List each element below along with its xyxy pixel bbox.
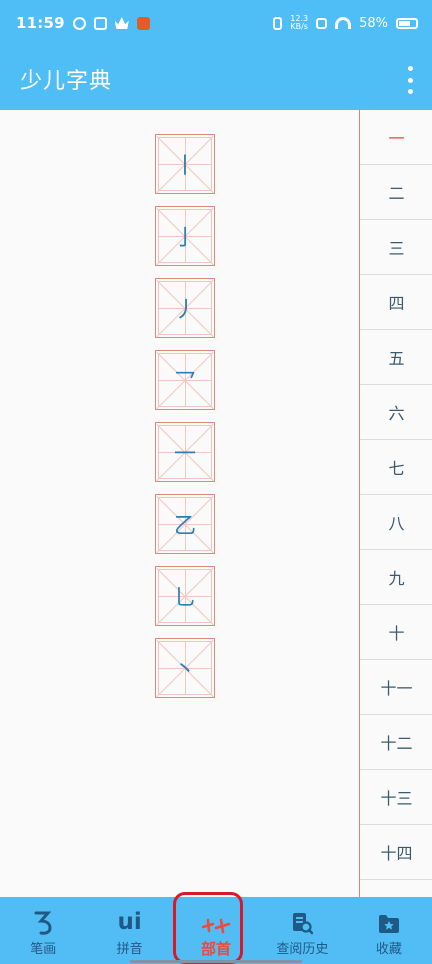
radical-glyph: 亅 (173, 226, 196, 251)
nav-tab-label: 查阅历史 (276, 942, 329, 957)
stroke-count-index: 一二三四五六七八九十十一 十二 十三 十四 (359, 110, 432, 898)
stroke-icon (33, 901, 53, 935)
radical-cell[interactable]: 丿 (155, 278, 215, 338)
radical-glyph: 乙 (173, 514, 196, 539)
stroke-index-item[interactable]: 十一 (360, 660, 432, 715)
stroke-index-item[interactable]: 九 (360, 550, 432, 605)
radical-cell[interactable]: 一 (155, 422, 215, 482)
stroke-index-item[interactable]: 十四 (360, 825, 432, 880)
nav-tab-3[interactable]: 查阅历史 (259, 897, 345, 964)
wifi-icon (335, 17, 352, 29)
app-notification-icon (136, 16, 150, 30)
status-left: 11:59 (16, 14, 150, 32)
notification-icon (72, 16, 86, 30)
stroke-index-item[interactable]: 十三 (360, 770, 432, 825)
radical-glyph: 丶 (173, 658, 196, 683)
nav-tab-label: 笔画 (30, 942, 57, 957)
status-bar: 11:59 12.3 KB/s 58% (0, 0, 432, 50)
history-search-icon (291, 901, 314, 935)
nav-tab-label: 拼音 (116, 942, 143, 957)
stroke-index-item[interactable]: 三 (360, 220, 432, 275)
radical-cell[interactable]: 乙 (155, 494, 215, 554)
radical-glyph: 一 (173, 442, 196, 467)
radical-cell[interactable]: 丶 (155, 638, 215, 698)
radical-cell[interactable]: 乛 (155, 350, 215, 410)
nav-tab-1[interactable]: ui 拼音 (86, 897, 172, 964)
home-indicator (130, 960, 302, 963)
stroke-index-item[interactable]: 八 (360, 495, 432, 550)
app-root: 11:59 12.3 KB/s 58% 少儿字典 丨亅丿乛一乙乚丶 一二三四五六… (0, 0, 432, 964)
crown-icon (114, 17, 129, 29)
radical-glyph: 乛 (173, 370, 196, 395)
stroke-index-item[interactable]: 四 (360, 275, 432, 330)
nav-tab-label: 收藏 (375, 942, 402, 957)
nav-tab-label: 部首 (201, 940, 232, 958)
stroke-index-item[interactable]: 二 (360, 165, 432, 220)
more-dot-icon (407, 89, 413, 94)
app-title: 少儿字典 (20, 69, 113, 94)
radical-cell[interactable]: 丨 (155, 134, 215, 194)
stroke-index-item[interactable]: 十 (360, 605, 432, 660)
stroke-index-item[interactable]: 一 (360, 110, 432, 165)
nav-tab-4[interactable]: 收藏 (346, 897, 432, 964)
battery-icon (396, 17, 418, 29)
nav-tab-0[interactable]: 笔画 (0, 897, 86, 964)
more-options-button[interactable] (402, 66, 418, 94)
bottom-navigation: 笔画 ui 拼音 部首 查阅历史 收藏 (0, 897, 432, 964)
net-speed: 12.3 KB/s (290, 15, 308, 31)
status-time: 11:59 (16, 14, 65, 32)
stroke-index-item[interactable]: 七 (360, 440, 432, 495)
more-dot-icon (407, 66, 413, 71)
status-right: 12.3 KB/s 58% (273, 15, 418, 31)
vibrate-icon (273, 16, 283, 30)
favorite-folder-icon (377, 901, 401, 935)
battery-percent: 58% (359, 15, 388, 31)
calendar-icon (93, 16, 107, 30)
radical-icon (201, 901, 231, 935)
sim-icon (316, 17, 328, 29)
radical-glyph: 丨 (173, 154, 196, 179)
net-speed-unit: KB/s (290, 22, 308, 31)
nav-tab-2[interactable]: 部首 (173, 897, 259, 964)
radical-cell[interactable]: 乚 (155, 566, 215, 626)
stroke-index-item[interactable]: 五 (360, 330, 432, 385)
more-dot-icon (407, 77, 413, 83)
pinyin-icon: ui (117, 909, 142, 935)
stroke-index-item[interactable]: 十二 (360, 715, 432, 770)
radical-glyph: 丿 (173, 298, 196, 323)
app-bar: 少儿字典 (0, 50, 432, 110)
radical-list: 丨亅丿乛一乙乚丶 (155, 134, 216, 710)
stroke-index-item[interactable]: 六 (360, 385, 432, 440)
radical-cell[interactable]: 亅 (155, 206, 215, 266)
radical-glyph: 乚 (173, 586, 196, 611)
